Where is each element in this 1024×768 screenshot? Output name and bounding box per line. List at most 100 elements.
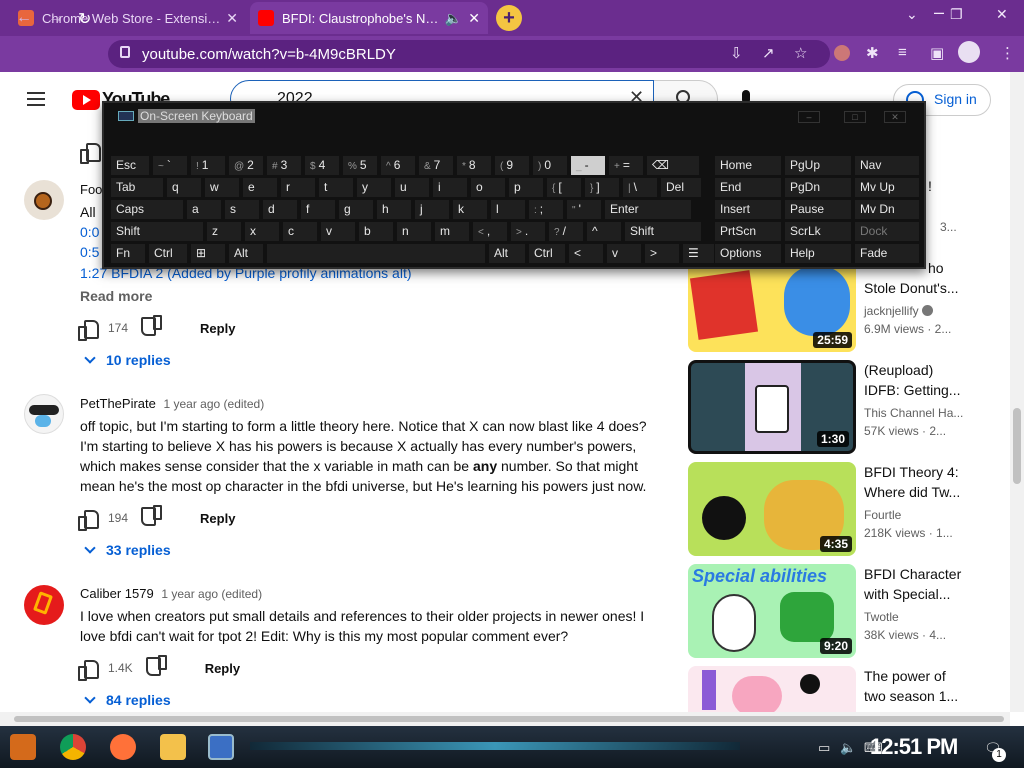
osk-key-row1-0[interactable]: Esc — [110, 155, 150, 176]
osk-taskbar-icon[interactable] — [208, 734, 234, 760]
osk-nav-key-home[interactable]: Home — [714, 155, 782, 176]
osk-key-row4-1[interactable]: z — [206, 221, 242, 242]
close-tab-icon[interactable]: ✕ — [468, 10, 480, 27]
comment-author[interactable]: Foo — [80, 182, 102, 197]
osk-key-row2-2[interactable]: w — [204, 177, 240, 198]
view-replies-button[interactable]: 84 replies — [84, 692, 171, 708]
youtube-logo-icon[interactable] — [72, 90, 100, 110]
osk-key-row3-6[interactable]: h — [376, 199, 412, 220]
osk-key-row4-5[interactable]: b — [358, 221, 394, 242]
osk-key-row3-4[interactable]: f — [300, 199, 336, 220]
reading-list-icon[interactable]: ≡ — [898, 44, 907, 61]
osk-key-row3-3[interactable]: d — [262, 199, 298, 220]
osk-key-row3-8[interactable]: k — [452, 199, 488, 220]
osk-key-row2-0[interactable]: Tab — [110, 177, 164, 198]
vertical-scrollbar[interactable] — [1010, 72, 1024, 712]
osk-key-row4-4[interactable]: v — [320, 221, 356, 242]
osk-nav-key-mv-dn[interactable]: Mv Dn — [854, 199, 920, 220]
osk-key-row4-12[interactable]: Shift — [624, 221, 702, 242]
dislike-icon[interactable] — [142, 509, 162, 527]
dislike-icon[interactable] — [147, 659, 167, 677]
osk-nav-key-mv-up[interactable]: Mv Up — [854, 177, 920, 198]
video-title[interactable]: The power of two season 1... — [864, 666, 964, 706]
chrome-icon[interactable] — [60, 734, 86, 760]
osk-key-row3-11[interactable]: " ' — [566, 199, 602, 220]
osk-key-row1-10[interactable]: (9 — [494, 155, 530, 176]
bookmark-star-icon[interactable]: ☆ — [794, 44, 807, 62]
comment-author[interactable]: PetThePirate — [80, 396, 156, 411]
tab-bfdi-video[interactable]: BFDI: Claustrophobe's Night 🔈 ✕ — [250, 2, 488, 34]
osk-key-row1-12[interactable]: _ - — [570, 155, 606, 176]
video-channel[interactable]: Twotle — [864, 610, 899, 624]
osk-nav-key-insert[interactable]: Insert — [714, 199, 782, 220]
hamburger-menu-icon[interactable] — [27, 92, 45, 106]
close-window-icon[interactable]: ✕ — [996, 6, 1008, 23]
osk-key-row1-7[interactable]: ^ 6 — [380, 155, 416, 176]
osk-key-row2-6[interactable]: y — [356, 177, 392, 198]
osk-nav-key-fade[interactable]: Fade — [854, 243, 920, 264]
osk-key-row1-13[interactable]: + = — [608, 155, 644, 176]
share-icon[interactable]: ↗ — [762, 44, 775, 62]
minimize-icon[interactable]: – — [934, 2, 944, 23]
view-replies-button[interactable]: 33 replies — [84, 542, 171, 558]
osk-key-row1-3[interactable]: @2 — [228, 155, 264, 176]
osk-key-row4-6[interactable]: n — [396, 221, 432, 242]
reload-icon[interactable]: ↻ — [78, 9, 91, 29]
osk-key-row2-5[interactable]: t — [318, 177, 354, 198]
video-title[interactable]: BFDI Character with Special... — [864, 564, 964, 604]
horizontal-scrollbar-thumb[interactable] — [14, 716, 1004, 722]
comment-time[interactable]: 1 year ago (edited) — [164, 397, 265, 411]
comment-time[interactable]: 1 year ago (edited) — [161, 587, 262, 601]
osk-nav-key-nav[interactable]: Nav — [854, 155, 920, 176]
osk-nav-key-dock[interactable]: Dock — [854, 221, 920, 242]
osk-maximize-button[interactable]: □ — [844, 111, 866, 123]
osk-key-row4-3[interactable]: c — [282, 221, 318, 242]
video-title[interactable]: Stole Donut's... — [864, 278, 964, 298]
side-panel-icon[interactable]: ▣ — [930, 44, 944, 62]
restore-icon[interactable]: ❐ — [950, 6, 963, 23]
video-channel[interactable]: Fourtle — [864, 508, 901, 522]
install-icon[interactable]: ⇩ — [730, 44, 743, 62]
osk-key-row4-0[interactable]: Shift — [110, 221, 204, 242]
osk-key-row5-5[interactable]: Alt — [488, 243, 526, 264]
dislike-icon[interactable] — [142, 319, 162, 337]
video-thumbnail[interactable]: 25:59 — [688, 258, 856, 352]
osk-key-row1-1[interactable]: ~ ` — [152, 155, 188, 176]
address-bar[interactable]: youtube.com/watch?v=b-4M9cBRLDY — [108, 40, 830, 68]
clock[interactable]: 12:51 PM — [870, 734, 958, 760]
video-thumbnail[interactable]: 4:35 — [688, 462, 856, 556]
osk-minimize-button[interactable]: – — [798, 111, 820, 123]
osk-key-row5-9[interactable]: > — [644, 243, 680, 264]
reply-button[interactable]: Reply — [205, 661, 240, 676]
menu-dots-icon[interactable]: ⋮ — [1000, 44, 1015, 62]
osk-close-button[interactable]: ✕ — [884, 111, 906, 123]
network-icon[interactable]: ▭ — [818, 740, 830, 756]
osk-key-row5-2[interactable]: ⊞ — [190, 243, 226, 264]
reply-button[interactable]: Reply — [200, 511, 235, 526]
extensions-puzzle-icon[interactable]: ✱ — [866, 44, 879, 62]
osk-key-row4-8[interactable]: <, — [472, 221, 508, 242]
osk-key-row3-7[interactable]: j — [414, 199, 450, 220]
video-channel[interactable]: This Channel Ha... — [864, 406, 963, 420]
speaker-icon[interactable]: 🔈 — [445, 10, 462, 27]
osk-key-row2-13[interactable]: | \ — [622, 177, 658, 198]
osk-key-row2-3[interactable]: e — [242, 177, 278, 198]
osk-key-row5-4[interactable] — [266, 243, 486, 264]
video-thumbnail[interactable]: 1:30 — [688, 360, 856, 454]
osk-key-row5-6[interactable]: Ctrl — [528, 243, 566, 264]
video-thumbnail[interactable] — [688, 666, 856, 712]
file-explorer-icon[interactable] — [160, 734, 186, 760]
osk-key-row5-0[interactable]: Fn — [110, 243, 146, 264]
osk-key-row3-1[interactable]: a — [186, 199, 222, 220]
video-title[interactable]: BFDI Theory 4: Where did Tw... — [864, 462, 964, 502]
osk-key-row1-14[interactable]: ⌫ — [646, 155, 700, 176]
osk-nav-key-prtscn[interactable]: PrtScn — [714, 221, 782, 242]
forward-icon[interactable]: → — [48, 9, 64, 27]
avatar[interactable] — [24, 585, 64, 625]
like-icon[interactable] — [80, 142, 101, 164]
osk-key-row2-4[interactable]: r — [280, 177, 316, 198]
osk-key-row4-9[interactable]: >. — [510, 221, 546, 242]
osk-nav-key-end[interactable]: End — [714, 177, 782, 198]
osk-key-row2-12[interactable]: }] — [584, 177, 620, 198]
osk-key-row1-5[interactable]: $4 — [304, 155, 340, 176]
